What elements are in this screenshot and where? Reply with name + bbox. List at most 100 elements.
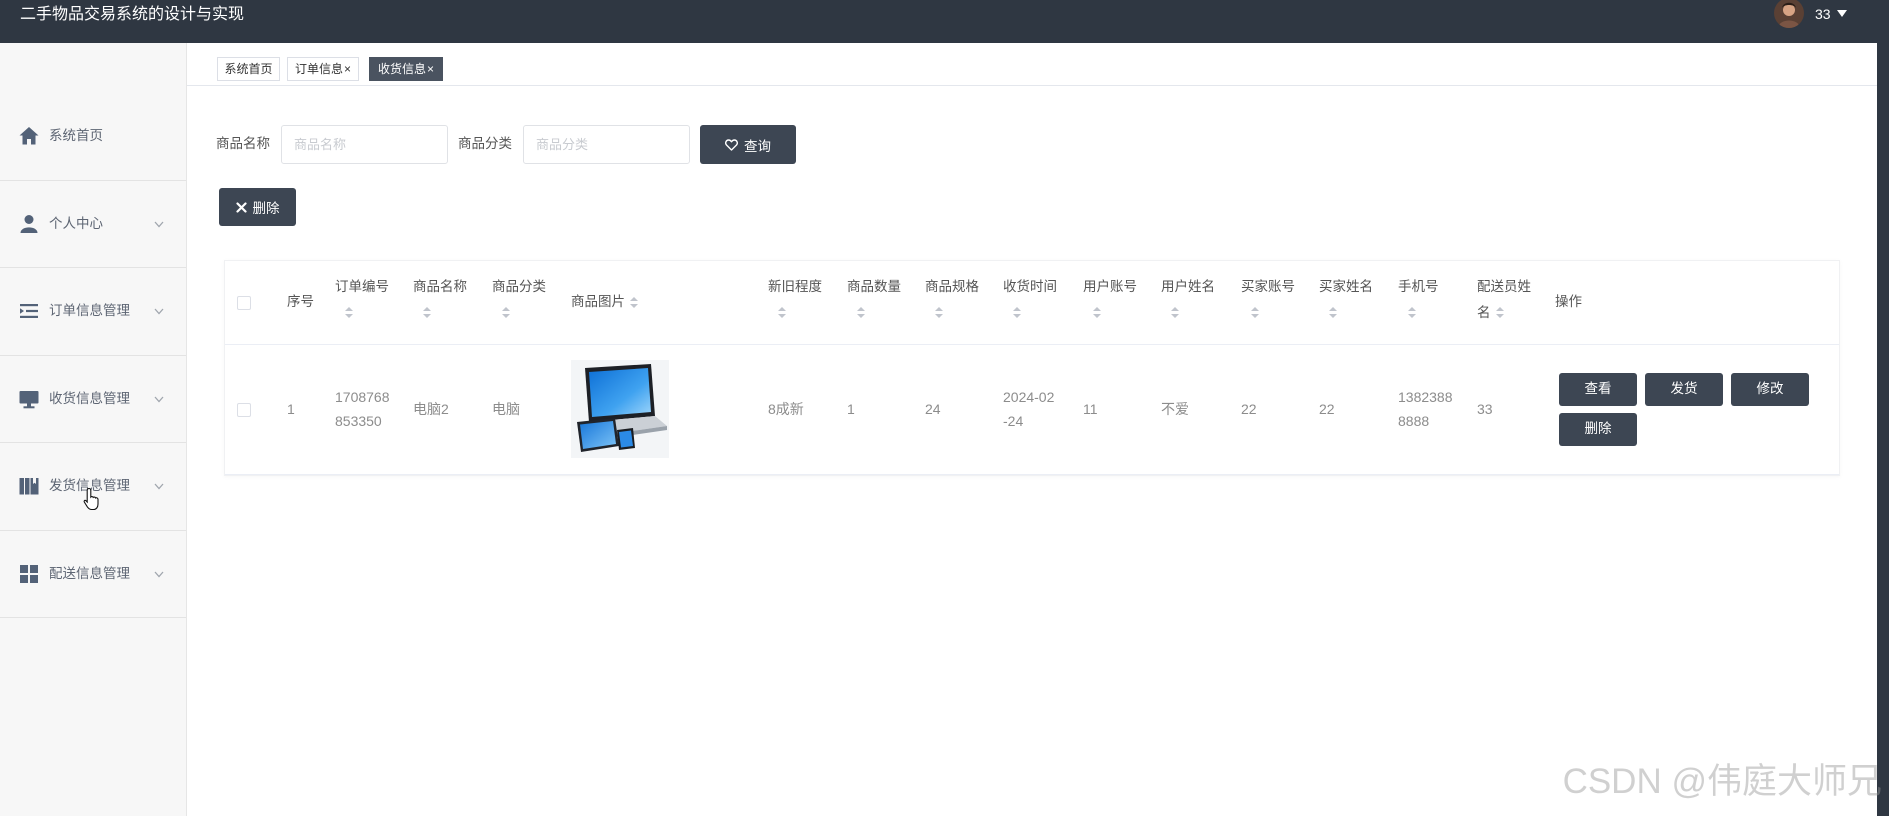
column-header-spec: 商品规格 [913,261,991,345]
actions-cell: 查看 发货 修改 删除 [1543,344,1839,475]
tabs-divider [187,85,1877,86]
chevron-down-icon [154,483,164,490]
column-header-actions: 操作 [1543,261,1839,345]
sort-icon[interactable] [1329,307,1337,319]
column-header-phone: 手机号 [1386,261,1465,345]
product-name-input[interactable] [281,125,448,164]
sidebar-item-label: 个人中心 [49,215,103,231]
column-header-label: 新旧程度 [768,279,822,294]
column-header-index: 序号 [275,261,323,345]
edit-button[interactable]: 修改 [1731,372,1809,406]
column-header-label: 用户姓名 [1161,279,1215,294]
product-category-input[interactable] [523,125,690,164]
sidebar-item-label: 收货信息管理 [49,390,130,406]
user-name[interactable]: 33 [1815,5,1831,23]
condition-cell: 8成新 [756,344,835,475]
buyer-account-cell: 22 [1229,344,1307,475]
column-header-quantity: 商品数量 [835,261,913,345]
row-checkbox[interactable] [237,403,251,418]
sidebar-item-receipt-management[interactable]: 收货信息管理 [0,356,186,443]
product-name-label: 商品名称 [216,136,270,151]
column-header-condition: 新旧程度 [756,261,835,345]
phone-value: 13823888888 [1398,389,1453,429]
sidebar-item-delivery-management[interactable]: 配送信息管理 [0,531,186,618]
sort-icon[interactable] [1408,307,1416,319]
column-header-buyer-name: 买家姓名 [1307,261,1386,345]
tab-close-icon[interactable]: × [344,58,351,80]
column-header-user-name: 用户姓名 [1149,261,1229,345]
column-header-label: 商品图片 [571,294,625,310]
sort-icon[interactable] [1495,307,1504,319]
sidebar: 系统首页 个人中心 订单信息管理 收货信息管理 发货信息管理 配送信息管理 [0,43,187,816]
query-button-label: 查询 [744,138,771,154]
column-header-label: 买家账号 [1241,279,1295,294]
sort-icon[interactable] [502,307,510,319]
sort-icon[interactable] [1013,307,1021,319]
delete-button[interactable]: 删除 [1559,412,1637,446]
phone-cell: 13823888888 [1386,344,1465,475]
sidebar-item-label: 配送信息管理 [49,565,130,581]
list-icon [20,304,38,318]
select-all-checkbox[interactable] [237,295,251,310]
view-button[interactable]: 查看 [1559,372,1637,406]
laptop-icon[interactable] [571,360,669,458]
heart-icon [725,138,738,151]
order-no-value: 1708768853350 [335,389,390,429]
grid-icon [20,564,38,583]
sidebar-item-personal-center[interactable]: 个人中心 [0,181,186,268]
tab-close-icon[interactable]: × [427,58,434,80]
book-icon [19,478,39,495]
home-icon [19,127,39,145]
sidebar-item-order-management[interactable]: 订单信息管理 [0,268,186,356]
sort-icon[interactable] [423,307,431,319]
sidebar-item-label: 订单信息管理 [49,303,130,318]
column-header-product-name: 商品名称 [401,261,480,345]
column-header-courier-name: 配送员姓名 [1465,261,1543,345]
user-account-cell: 11 [1071,344,1149,475]
user-avatar-icon[interactable] [1774,0,1804,28]
sort-icon[interactable] [1171,307,1179,319]
sidebar-item-home[interactable]: 系统首页 [0,93,186,181]
sort-icon[interactable] [857,307,865,319]
spec-cell: 24 [913,344,991,475]
batch-delete-button[interactable]: 删除 [219,188,296,226]
mouse-cursor-icon [83,487,99,511]
column-header-label: 操作 [1555,294,1582,310]
table-row: 1 1708768853350 电脑2 电脑 8成新 1 24 2024-02-… [225,344,1839,475]
product-category-cell: 电脑 [480,344,559,475]
top-navbar: 二手物品交易系统的设计与实现 33 [0,0,1877,43]
ship-button[interactable]: 发货 [1645,372,1723,406]
index-cell: 1 [275,344,323,475]
column-header-user-account: 用户账号 [1071,261,1149,345]
sort-icon[interactable] [1093,307,1101,319]
tab-home[interactable]: 系统首页 [217,57,280,81]
chevron-down-icon [154,308,164,315]
column-header-select [225,261,275,345]
row-select-cell [225,344,275,475]
quantity-cell: 1 [835,344,913,475]
column-header-product-category: 商品分类 [480,261,559,345]
sort-icon[interactable] [1251,307,1259,319]
row-actions: 查看 发货 修改 删除 [1559,372,1819,446]
column-header-label: 收货时间 [1003,279,1057,294]
table-header-row: 序号 订单编号 商品名称 商品分类 商品图片 新旧程度 商品数量 商品规格 收货… [225,261,1839,345]
column-header-label: 商品规格 [925,279,979,294]
query-button[interactable]: 查询 [700,125,796,164]
sort-icon[interactable] [778,307,786,319]
tab-label: 订单信息 [294,62,343,76]
sort-icon[interactable] [345,307,353,319]
sort-icon[interactable] [630,296,638,309]
column-header-label: 商品名称 [413,279,467,294]
buyer-name-cell: 22 [1307,344,1386,475]
tab-order-info[interactable]: 订单信息 × [287,57,359,81]
caret-down-icon[interactable] [1837,10,1847,17]
window-edge [1877,0,1889,816]
sort-icon[interactable] [935,307,943,319]
column-header-label: 买家姓名 [1319,279,1373,294]
user-name-cell: 不爱 [1149,344,1229,475]
product-name-cell: 电脑2 [401,344,480,475]
column-header-buyer-account: 买家账号 [1229,261,1307,345]
tab-receipt-info[interactable]: 收货信息 × [369,57,443,81]
app-title: 二手物品交易系统的设计与实现 [20,6,245,23]
column-header-label: 用户账号 [1083,279,1137,294]
